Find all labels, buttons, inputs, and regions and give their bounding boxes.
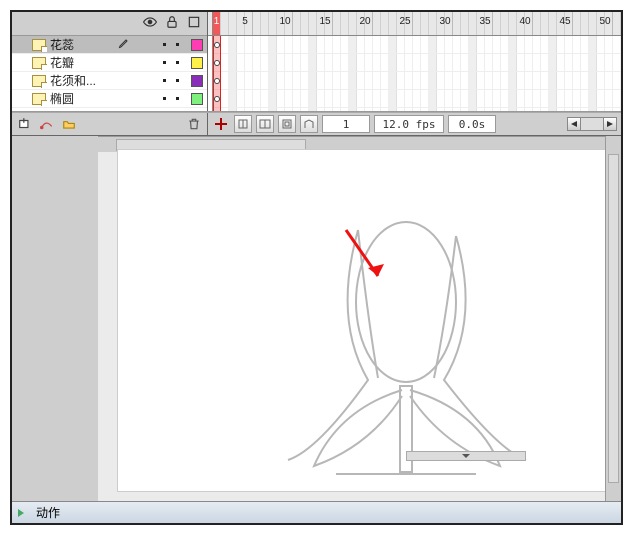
stage-gutter bbox=[12, 136, 98, 501]
layer-panel: 花蕊花瓣花须和...椭圆 bbox=[12, 12, 208, 111]
layer-color-swatch[interactable] bbox=[191, 75, 203, 87]
frames-area[interactable] bbox=[208, 36, 621, 111]
layer-icon bbox=[32, 57, 46, 69]
layer-icon bbox=[32, 39, 46, 51]
pencil-icon bbox=[118, 37, 130, 52]
timeline-grid: 15101520253035404550 bbox=[208, 12, 621, 111]
keyframe-marker[interactable] bbox=[214, 60, 220, 66]
layer-name-label: 花须和... bbox=[50, 72, 114, 89]
stage-vertical-scrollbar[interactable] bbox=[605, 136, 621, 501]
layer-name-label: 花瓣 bbox=[50, 54, 114, 71]
delete-layer-button[interactable] bbox=[185, 115, 203, 133]
flower-drawing bbox=[278, 210, 538, 491]
stage[interactable] bbox=[118, 150, 605, 491]
keyframe-marker[interactable] bbox=[214, 78, 220, 84]
layer-row[interactable]: 花瓣 bbox=[12, 54, 207, 72]
eye-icon[interactable] bbox=[143, 15, 157, 32]
actions-panel-header[interactable]: 动作 bbox=[12, 501, 621, 523]
insert-folder-button[interactable] bbox=[60, 115, 78, 133]
layer-list: 花蕊花瓣花须和...椭圆 bbox=[12, 36, 207, 111]
fps-display: 12.0 fps bbox=[374, 115, 444, 133]
center-frame-button[interactable] bbox=[212, 115, 230, 133]
onion-skin-outline-button[interactable] bbox=[256, 115, 274, 133]
layer-row[interactable]: 椭圆 bbox=[12, 90, 207, 108]
modify-onion-markers-button[interactable] bbox=[300, 115, 318, 133]
layer-icon bbox=[32, 75, 46, 87]
layer-row[interactable]: 花须和... bbox=[12, 72, 207, 90]
layer-color-swatch[interactable] bbox=[191, 57, 203, 69]
insert-layer-button[interactable] bbox=[16, 115, 34, 133]
timeline-controls: 1 12.0 fps 0.0s bbox=[12, 112, 621, 136]
layer-row[interactable]: 花蕊 bbox=[12, 36, 207, 54]
expand-icon bbox=[18, 509, 28, 517]
layer-color-swatch[interactable] bbox=[191, 39, 203, 51]
timeline-ruler[interactable]: 15101520253035404550 bbox=[208, 12, 621, 36]
onion-skin-button[interactable] bbox=[234, 115, 252, 133]
stage-wrap bbox=[98, 136, 605, 501]
layer-icon bbox=[32, 93, 46, 105]
outline-icon[interactable] bbox=[187, 15, 201, 32]
keyframe-marker[interactable] bbox=[214, 96, 220, 102]
layer-name-label: 花蕊 bbox=[50, 36, 114, 53]
edit-multiple-frames-button[interactable] bbox=[278, 115, 296, 133]
canvas-area bbox=[12, 136, 621, 501]
timeline-area: 花蕊花瓣花须和...椭圆 15101520253035404550 bbox=[12, 12, 621, 112]
layer-name-label: 椭圆 bbox=[50, 90, 114, 107]
timeline-horizontal-scroll[interactable] bbox=[567, 117, 619, 131]
layer-header bbox=[12, 12, 207, 36]
add-motion-guide-button[interactable] bbox=[38, 115, 56, 133]
keyframe-marker[interactable] bbox=[214, 42, 220, 48]
red-arrow-annotation bbox=[336, 226, 396, 296]
lock-icon[interactable] bbox=[165, 15, 179, 32]
flash-window: { "timeline": { "layers": [ { "name": "花… bbox=[10, 10, 623, 525]
elapsed-time-display: 0.0s bbox=[448, 115, 496, 133]
panel-resize-handle[interactable] bbox=[406, 451, 526, 461]
layer-color-swatch[interactable] bbox=[191, 93, 203, 105]
actions-panel-label: 动作 bbox=[36, 504, 60, 521]
current-frame-display: 1 bbox=[322, 115, 370, 133]
